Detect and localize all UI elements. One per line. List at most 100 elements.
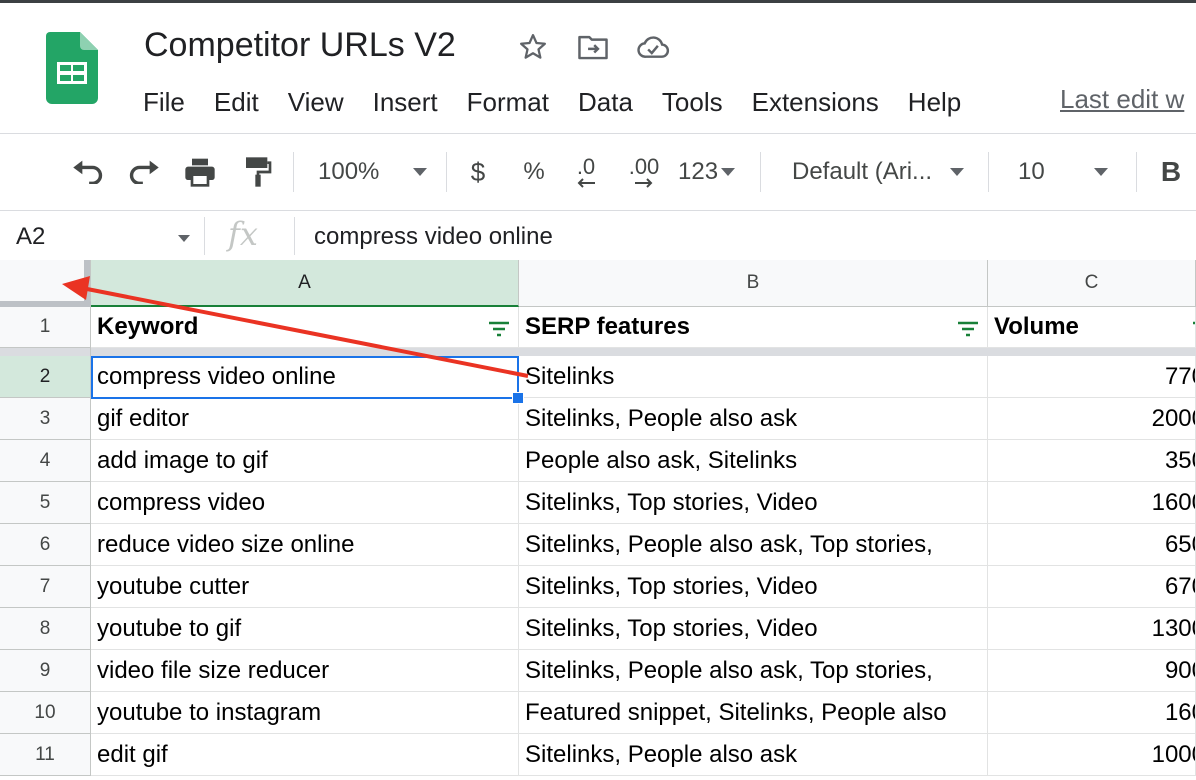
volume-value: 2000 xyxy=(1151,404,1195,432)
serp-features-cell[interactable]: Sitelinks, Top stories, Video xyxy=(519,566,988,608)
menu-tools[interactable]: Tools xyxy=(662,87,723,118)
keyword-cell[interactable]: youtube to instagram xyxy=(91,692,519,734)
volume-value: 1000 xyxy=(1151,740,1195,768)
chevron-down-icon[interactable] xyxy=(178,235,190,242)
volume-cell[interactable]: 1600 xyxy=(988,482,1196,524)
chevron-down-icon xyxy=(1094,168,1108,176)
serp-features-cell[interactable]: Sitelinks, People also ask, Top stories, xyxy=(519,650,988,692)
volume-cell[interactable]: 650 xyxy=(988,524,1196,566)
volume-cell[interactable]: 770 xyxy=(988,356,1196,398)
menu-bar: File Edit View Insert Format Data Tools … xyxy=(143,84,990,120)
frozen-row-divider[interactable] xyxy=(91,348,1196,356)
formula-divider xyxy=(204,217,205,255)
serp-features-cell[interactable]: Sitelinks, People also ask, Top stories, xyxy=(519,524,988,566)
more-formats-button[interactable]: 123 xyxy=(678,152,744,192)
cloud-saved-icon[interactable] xyxy=(636,30,670,64)
freeze-column-handle[interactable] xyxy=(84,260,90,307)
frozen-row-divider[interactable] xyxy=(0,348,91,356)
formula-input[interactable]: compress video online xyxy=(314,223,553,251)
name-box[interactable]: A2 xyxy=(16,223,45,251)
paint-format-icon[interactable] xyxy=(238,152,278,192)
volume-value: 350 xyxy=(1164,446,1195,474)
volume-cell[interactable]: 1000 xyxy=(988,734,1196,776)
volume-cell[interactable]: 900 xyxy=(988,650,1196,692)
filter-icon[interactable] xyxy=(957,321,979,337)
toolbar-divider xyxy=(446,152,447,192)
column-header-c[interactable]: C xyxy=(988,260,1196,307)
keyword-cell[interactable]: compress video xyxy=(91,482,519,524)
header-cell-serp-features[interactable]: SERP features xyxy=(519,307,988,348)
undo-icon[interactable] xyxy=(68,152,108,192)
formula-bar: A2 fx compress video online xyxy=(0,210,1196,262)
toolbar: 100% $ % .0 .00 123 Default (Ari... 10 B xyxy=(0,134,1196,210)
menu-insert[interactable]: Insert xyxy=(373,87,438,118)
menu-edit[interactable]: Edit xyxy=(214,87,259,118)
menu-format[interactable]: Format xyxy=(467,87,549,118)
bold-button[interactable]: B xyxy=(1156,152,1186,192)
header-cell-volume[interactable]: Volume xyxy=(988,307,1196,348)
serp-features-cell[interactable]: Sitelinks, People also ask xyxy=(519,398,988,440)
row-header-2[interactable]: 2 xyxy=(0,356,91,398)
row-header-7[interactable]: 7 xyxy=(0,566,91,608)
toolbar-divider xyxy=(760,152,761,192)
font-size-select[interactable]: 10 xyxy=(1018,152,1122,192)
document-title[interactable]: Competitor URLs V2 xyxy=(144,26,456,65)
keyword-cell[interactable]: edit gif xyxy=(91,734,519,776)
toolbar-divider xyxy=(1136,152,1137,192)
serp-features-cell[interactable]: Sitelinks, Top stories, Video xyxy=(519,482,988,524)
keyword-cell[interactable]: add image to gif xyxy=(91,440,519,482)
font-family-select[interactable]: Default (Ari... xyxy=(792,152,972,192)
row-header-1[interactable]: 1 xyxy=(0,307,91,348)
filter-icon[interactable] xyxy=(1192,321,1196,337)
column-header-a[interactable]: A xyxy=(91,260,519,307)
serp-features-cell[interactable]: Sitelinks, People also ask xyxy=(519,734,988,776)
header-cell-keyword[interactable]: Keyword xyxy=(91,307,519,348)
star-icon[interactable] xyxy=(516,30,550,64)
keyword-cell[interactable]: youtube to gif xyxy=(91,608,519,650)
arrow-right-icon xyxy=(635,178,653,188)
zoom-select[interactable]: 100% xyxy=(318,152,438,192)
keyword-cell[interactable]: gif editor xyxy=(91,398,519,440)
volume-value: 670 xyxy=(1164,572,1195,600)
volume-cell[interactable]: 350 xyxy=(988,440,1196,482)
menu-help[interactable]: Help xyxy=(908,87,961,118)
keyword-cell[interactable]: reduce video size online xyxy=(91,524,519,566)
serp-features-cell[interactable]: Sitelinks xyxy=(519,356,988,398)
menu-data[interactable]: Data xyxy=(578,87,633,118)
fill-handle[interactable] xyxy=(512,392,524,404)
decrease-decimal-button[interactable]: .0 xyxy=(566,152,606,192)
row-header-6[interactable]: 6 xyxy=(0,524,91,566)
sheets-logo-icon[interactable] xyxy=(46,32,98,104)
volume-cell[interactable]: 2000 xyxy=(988,398,1196,440)
percent-format-button[interactable]: % xyxy=(518,152,550,192)
zoom-value: 100% xyxy=(318,158,380,185)
row-header-4[interactable]: 4 xyxy=(0,440,91,482)
row-header-8[interactable]: 8 xyxy=(0,608,91,650)
redo-icon[interactable] xyxy=(124,152,164,192)
keyword-cell[interactable]: video file size reducer xyxy=(91,650,519,692)
currency-format-button[interactable]: $ xyxy=(462,152,494,192)
serp-features-cell[interactable]: Sitelinks, Top stories, Video xyxy=(519,608,988,650)
row-header-9[interactable]: 9 xyxy=(0,650,91,692)
keyword-cell[interactable]: youtube cutter xyxy=(91,566,519,608)
row-header-10[interactable]: 10 xyxy=(0,692,91,734)
print-icon[interactable] xyxy=(180,152,220,192)
serp-features-cell[interactable]: People also ask, Sitelinks xyxy=(519,440,988,482)
menu-extensions[interactable]: Extensions xyxy=(752,87,879,118)
menu-file[interactable]: File xyxy=(143,87,185,118)
row-header-11[interactable]: 11 xyxy=(0,734,91,776)
last-edit-link[interactable]: Last edit w xyxy=(1060,84,1184,115)
filter-icon[interactable] xyxy=(488,321,510,337)
volume-cell[interactable]: 160 xyxy=(988,692,1196,734)
volume-cell[interactable]: 1300 xyxy=(988,608,1196,650)
serp-features-cell[interactable]: Featured snippet, Sitelinks, People also xyxy=(519,692,988,734)
menu-view[interactable]: View xyxy=(288,87,344,118)
volume-cell[interactable]: 670 xyxy=(988,566,1196,608)
keyword-cell[interactable]: compress video online xyxy=(91,356,519,398)
column-header-b[interactable]: B xyxy=(519,260,988,307)
select-all-corner[interactable] xyxy=(0,260,91,307)
increase-decimal-button[interactable]: .00 xyxy=(622,152,666,192)
row-header-5[interactable]: 5 xyxy=(0,482,91,524)
row-header-3[interactable]: 3 xyxy=(0,398,91,440)
move-folder-icon[interactable] xyxy=(576,30,610,64)
